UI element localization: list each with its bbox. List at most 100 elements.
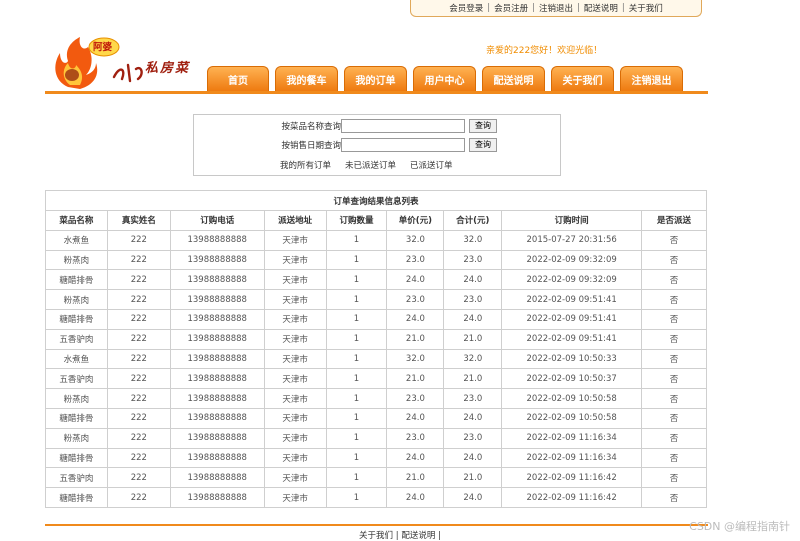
dish-name-input[interactable]: [341, 119, 465, 133]
nav-user-center[interactable]: 用户中心: [413, 66, 476, 91]
cell-real-name: 222: [106, 467, 171, 489]
cell-order-time: 2022-02-09 09:51:41: [501, 308, 643, 330]
cell-delivered: 否: [641, 388, 707, 409]
cell-total: 21.0: [443, 467, 503, 489]
table-row: 水煮鱼 222 13988888888 天津市 1 32.0 32.0 2015-07-27 …: [45, 229, 707, 251]
undelivered-orders-link[interactable]: 未已派送订单: [345, 159, 396, 171]
cell-order-time: 2022-02-09 10:50:37: [501, 368, 643, 390]
delivery-info-link[interactable]: 配送说明: [584, 2, 618, 14]
separator: |: [487, 3, 491, 13]
cell-total: 21.0: [443, 368, 503, 390]
footer-about-link[interactable]: 关于我们: [359, 531, 393, 541]
cell-unit-price: 24.0: [386, 308, 445, 330]
cell-dish-name: 糖醋排骨: [45, 269, 108, 291]
cell-dish-name: 粉蒸肉: [45, 427, 108, 449]
cell-address: 天津市: [263, 269, 327, 291]
nav-home[interactable]: 首页: [207, 66, 269, 91]
cell-order-time: 2022-02-09 09:32:09: [501, 269, 643, 291]
cell-total: 24.0: [443, 308, 503, 330]
cell-dish-name: 糖醋排骨: [45, 308, 108, 330]
cell-total: 23.0: [443, 427, 503, 449]
table-header-row: 菜品名称 真实姓名 订购电话 派送地址 订购数量 单价(元) 合计(元) 订购时…: [45, 210, 707, 231]
cell-quantity: 1: [325, 467, 388, 489]
login-link[interactable]: 会员登录: [449, 2, 483, 14]
separator: |: [532, 3, 535, 13]
cell-address: 天津市: [263, 328, 327, 350]
cell-unit-price: 24.0: [386, 447, 445, 469]
search-by-name-button[interactable]: 查询: [469, 119, 497, 133]
cell-address: 天津市: [263, 447, 327, 469]
cell-phone: 13988888888: [169, 467, 265, 489]
cell-phone: 13988888888: [169, 308, 265, 330]
separator: |: [438, 531, 441, 541]
table-row: 糖醋排骨 222 13988888888 天津市 1 24.0 24.0 2022-02-09…: [45, 447, 707, 469]
cell-quantity: 1: [325, 249, 388, 271]
cell-dish-name: 五香驴肉: [45, 368, 108, 390]
cell-real-name: 222: [106, 249, 171, 271]
sale-date-input[interactable]: [341, 138, 465, 152]
cell-total: 32.0: [443, 348, 503, 370]
table-row: 五香驴肉 222 13988888888 天津市 1 21.0 21.0 2022-02-09…: [45, 328, 707, 350]
cell-dish-name: 糖醋排骨: [45, 487, 108, 508]
cell-unit-price: 32.0: [386, 348, 445, 370]
cell-unit-price: 23.0: [386, 289, 445, 310]
register-link[interactable]: 会员注册: [494, 2, 528, 14]
search-by-name-label: 按菜品名称查询: [281, 122, 341, 132]
cell-delivered: 否: [641, 427, 707, 449]
table-row: 粉蒸肉 222 13988888888 天津市 1 23.0 23.0 2022-02-09 …: [45, 289, 707, 310]
cell-address: 天津市: [263, 348, 327, 370]
cell-order-time: 2022-02-09 11:16:42: [501, 467, 643, 489]
cell-order-time: 2022-02-09 10:50:58: [501, 407, 643, 429]
cell-total: 23.0: [443, 249, 503, 271]
header-phone: 订购电话: [169, 210, 265, 231]
cell-total: 23.0: [443, 388, 503, 409]
nav-logout[interactable]: 注销退出: [620, 66, 683, 91]
cell-phone: 13988888888: [169, 368, 265, 390]
logout-link[interactable]: 注销退出: [539, 2, 573, 14]
cell-address: 天津市: [263, 368, 327, 390]
about-us-link[interactable]: 关于我们: [629, 2, 663, 14]
cell-address: 天津市: [263, 427, 327, 449]
cell-order-time: 2022-02-09 11:16:34: [501, 427, 643, 449]
order-filter-links: 我的所有订单 未已派送订单 已派送订单: [280, 159, 453, 171]
cell-order-time: 2022-02-09 11:16:42: [501, 487, 643, 508]
nav-my-orders[interactable]: 我的订单: [344, 66, 407, 91]
cell-delivered: 否: [641, 249, 707, 271]
cell-unit-price: 23.0: [386, 388, 445, 409]
cell-address: 天津市: [263, 407, 327, 429]
logo-badge-text: 阿婆: [93, 42, 113, 53]
all-orders-link[interactable]: 我的所有订单: [280, 159, 331, 171]
cell-delivered: 否: [641, 308, 707, 330]
cell-unit-price: 24.0: [386, 407, 445, 429]
cell-phone: 13988888888: [169, 328, 265, 350]
table-row: 糖醋排骨 222 13988888888 天津市 1 24.0 24.0 2022-02-09…: [45, 269, 707, 291]
cell-real-name: 222: [106, 269, 171, 291]
cell-phone: 13988888888: [169, 487, 265, 508]
cell-quantity: 1: [325, 328, 388, 350]
cell-delivered: 否: [641, 289, 707, 310]
site-logo[interactable]: 阿婆 私房菜: [50, 35, 210, 95]
cell-total: 24.0: [443, 407, 503, 429]
cell-unit-price: 23.0: [386, 249, 445, 271]
nav-delivery-info[interactable]: 配送说明: [482, 66, 545, 91]
cell-dish-name: 水煮鱼: [45, 229, 108, 251]
cell-real-name: 222: [106, 487, 171, 508]
order-search-panel: 按菜品名称查询 查询 按销售日期查询 查询 我的所有订单 未已派送订单 已派送订…: [193, 114, 561, 176]
delivered-orders-link[interactable]: 已派送订单: [410, 159, 453, 171]
cell-delivered: 否: [641, 407, 707, 429]
cell-quantity: 1: [325, 487, 388, 508]
separator: |: [621, 3, 625, 13]
cell-order-time: 2022-02-09 09:51:41: [501, 328, 643, 350]
cell-order-time: 2022-02-09 10:50:58: [501, 388, 643, 409]
cell-quantity: 1: [325, 269, 388, 291]
nav-my-cart[interactable]: 我的餐车: [275, 66, 338, 91]
table-row: 粉蒸肉 222 13988888888 天津市 1 23.0 23.0 2022-02-09 …: [45, 427, 707, 449]
cell-address: 天津市: [263, 487, 327, 508]
search-by-date-button[interactable]: 查询: [469, 138, 497, 152]
separator: |: [577, 3, 580, 13]
nav-about-us[interactable]: 关于我们: [551, 66, 614, 91]
cell-real-name: 222: [106, 368, 171, 390]
footer-delivery-link[interactable]: 配送说明: [401, 531, 435, 541]
cell-order-time: 2022-02-09 11:16:34: [501, 447, 643, 469]
cell-unit-price: 24.0: [386, 487, 445, 508]
